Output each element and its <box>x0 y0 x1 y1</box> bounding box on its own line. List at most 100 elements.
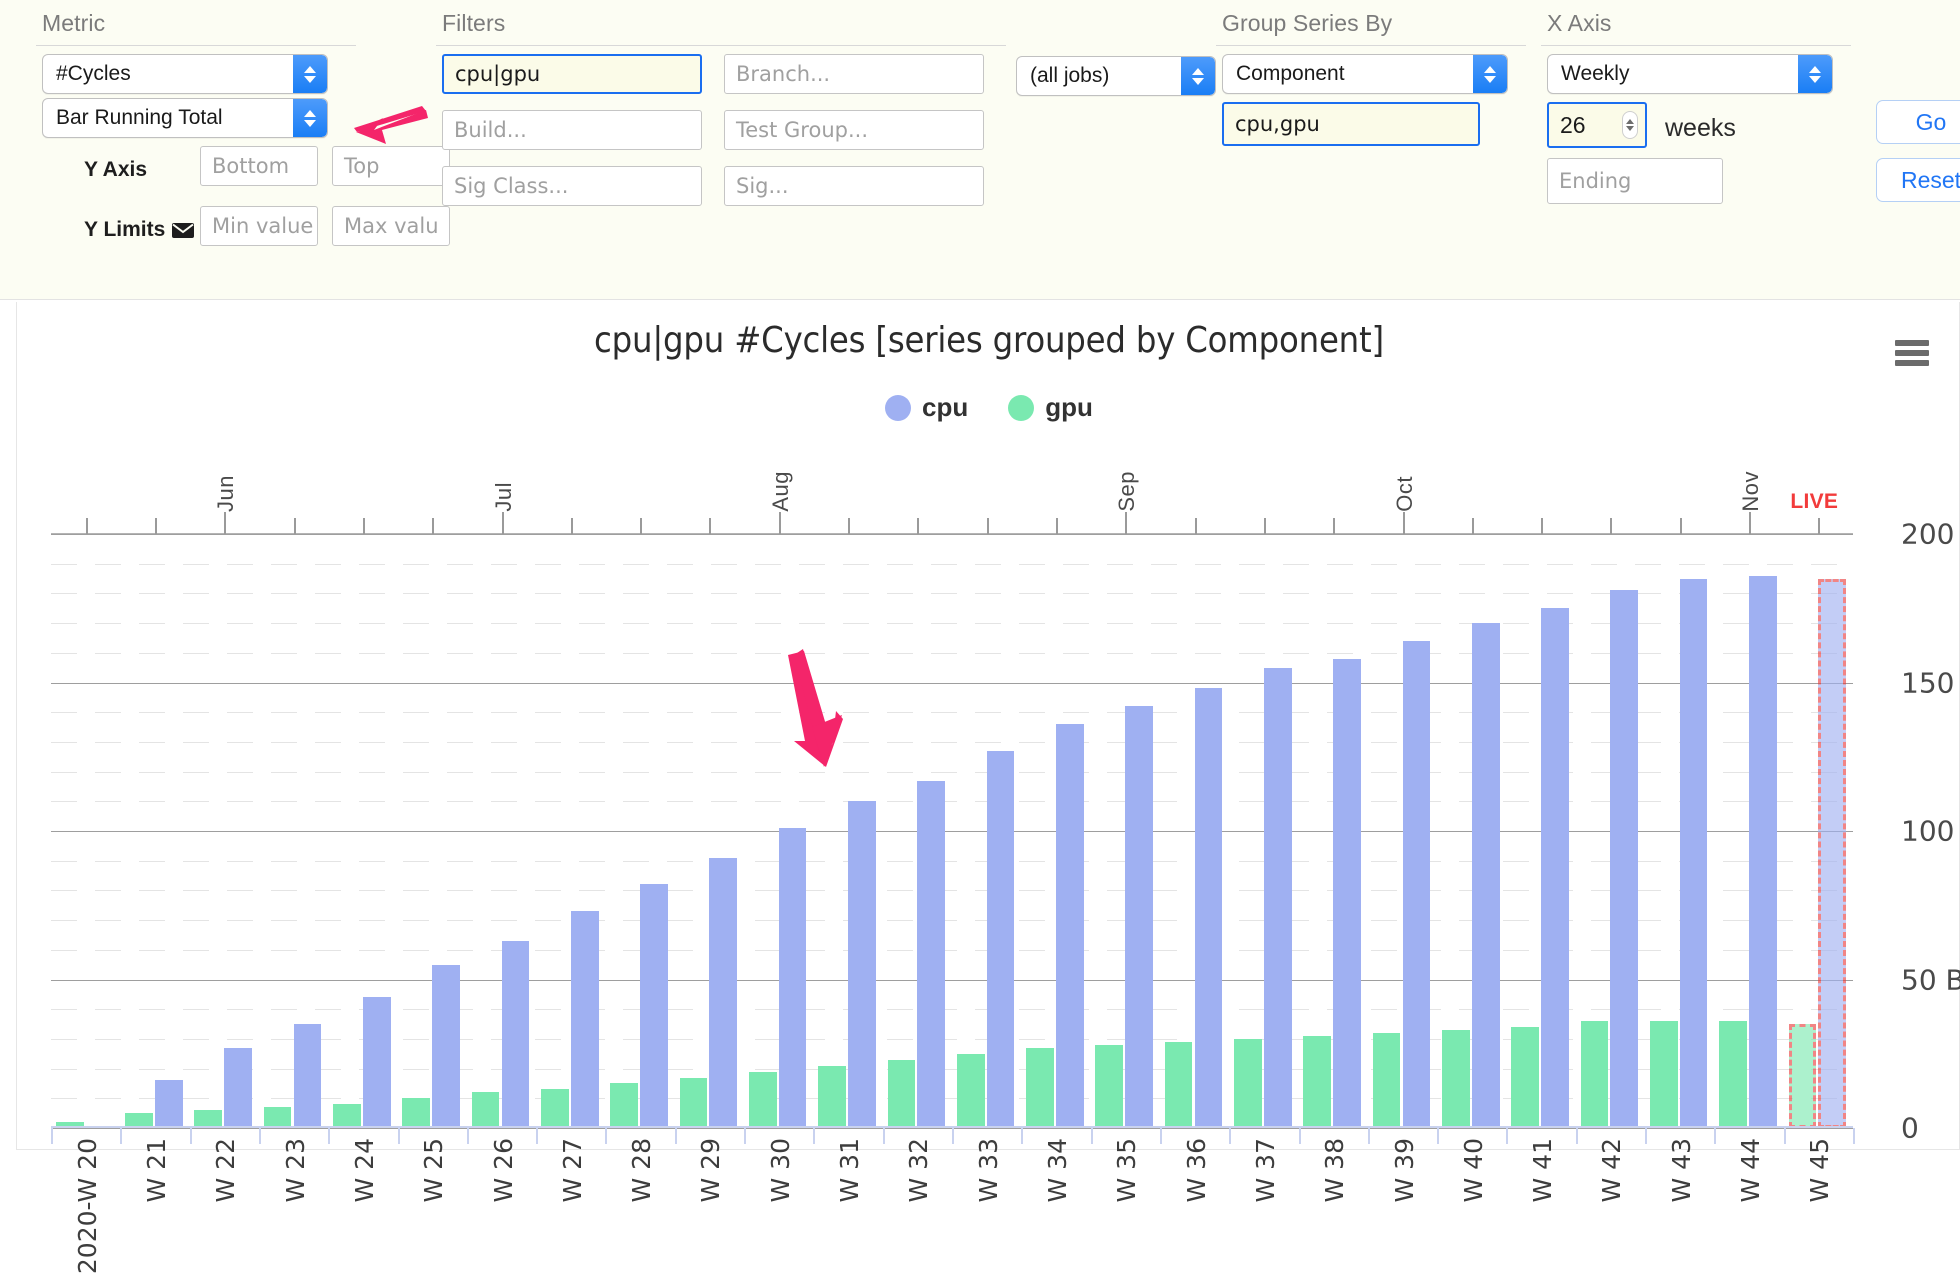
legend-item-cpu[interactable]: cpu <box>885 392 968 423</box>
bar-cpu[interactable] <box>917 780 946 1128</box>
bar-cpu[interactable] <box>224 1047 252 1128</box>
month-label-jul: Jul <box>490 482 516 512</box>
bar-gpu[interactable] <box>887 1059 916 1128</box>
branch-filter-input[interactable]: Branch... <box>724 54 984 94</box>
bar-cpu[interactable] <box>1194 688 1223 1128</box>
group-series-panel-title: Group Series By <box>1222 10 1393 36</box>
x-axis-week-label: W 39 <box>1389 1138 1419 1203</box>
bar-cpu[interactable] <box>1679 578 1708 1128</box>
hamburger-menu-icon[interactable] <box>1895 340 1929 366</box>
build-filter-input[interactable]: Build... <box>442 110 702 150</box>
bar-gpu[interactable] <box>402 1098 431 1128</box>
go-button[interactable]: Go <box>1876 100 1960 144</box>
bar-cpu[interactable] <box>848 801 876 1128</box>
x-axis-week-label: W 31 <box>835 1138 865 1203</box>
bar-cpu[interactable] <box>1055 724 1084 1128</box>
bar-gpu[interactable] <box>956 1053 985 1128</box>
y-limits-max-input[interactable]: Max valu <box>332 206 450 246</box>
bar-cpu[interactable] <box>1402 640 1431 1128</box>
y-axis-top-placeholder: Top <box>344 154 380 178</box>
envelope-icon[interactable] <box>171 221 195 239</box>
bar-gpu[interactable] <box>1649 1021 1678 1128</box>
bar-cpu[interactable] <box>154 1080 183 1128</box>
x-axis-week-label: W 25 <box>419 1138 449 1203</box>
chart-type-select[interactable]: Bar Running Total <box>42 98 328 138</box>
test-group-filter-placeholder: Test Group... <box>736 118 868 142</box>
y-limits-min-input[interactable]: Min value <box>200 206 318 246</box>
test-group-filter-input[interactable]: Test Group... <box>724 110 984 150</box>
bar-cpu[interactable] <box>1471 623 1500 1128</box>
bar-gpu[interactable] <box>1234 1038 1262 1128</box>
bar-gpu[interactable] <box>679 1077 708 1128</box>
bar-cpu[interactable] <box>1333 658 1361 1128</box>
bar-cpu[interactable] <box>570 911 599 1128</box>
y-axis-bottom-input[interactable]: Bottom <box>200 146 318 186</box>
bar-cpu[interactable] <box>1263 667 1292 1128</box>
top-axis-tick <box>1679 518 1682 534</box>
sig-class-filter-input[interactable]: Sig Class... <box>442 166 702 206</box>
test-filter-input[interactable]: cpu|gpu <box>442 54 702 94</box>
bar-gpu[interactable] <box>263 1107 292 1128</box>
x-axis-week-label: W 27 <box>557 1138 587 1203</box>
group-values-input[interactable]: cpu,gpu <box>1222 102 1480 146</box>
bar-cpu[interactable] <box>1610 590 1639 1128</box>
jobs-select[interactable]: (all jobs) <box>1016 56 1216 96</box>
bar-gpu[interactable] <box>1719 1021 1747 1128</box>
bar-cpu[interactable] <box>640 884 668 1128</box>
metric-select-stepper-icon[interactable] <box>293 55 327 93</box>
top-axis-tick <box>154 518 157 534</box>
bar-gpu[interactable] <box>1442 1030 1470 1128</box>
x-axis-week-label: W 40 <box>1458 1138 1488 1203</box>
x-interval-select-stepper-icon[interactable] <box>1798 55 1832 93</box>
x-axis-tick <box>51 1128 53 1144</box>
bar-cpu[interactable] <box>1541 608 1569 1128</box>
weeks-count-stepper-icon[interactable] <box>1622 111 1638 139</box>
x-axis-tick <box>1021 1128 1024 1144</box>
bar-gpu[interactable] <box>541 1089 569 1128</box>
group-series-panel: Group Series By Component cpu,gpu <box>1216 10 1526 146</box>
bar-gpu[interactable] <box>818 1065 846 1128</box>
sig-filter-input[interactable]: Sig... <box>724 166 984 206</box>
bar-cpu[interactable] <box>1125 706 1153 1128</box>
bar-gpu[interactable] <box>1788 1024 1817 1128</box>
jobs-select-stepper-icon[interactable] <box>1181 57 1215 95</box>
group-by-select-stepper-icon[interactable] <box>1473 55 1507 93</box>
ending-date-input[interactable]: Ending <box>1547 158 1723 204</box>
bar-gpu[interactable] <box>1303 1035 1332 1128</box>
y-limits-label-group: Y Limits <box>84 218 195 242</box>
test-filter-value: cpu|gpu <box>455 62 541 86</box>
weeks-count-input[interactable]: 26 <box>1547 102 1647 148</box>
bar-gpu[interactable] <box>1095 1044 1124 1128</box>
chart-type-select-stepper-icon[interactable] <box>293 99 327 137</box>
reset-button[interactable]: Reset <box>1876 158 1960 202</box>
y-axis-top-input[interactable]: Top <box>332 146 450 186</box>
bar-gpu[interactable] <box>1511 1027 1540 1128</box>
legend-item-gpu[interactable]: gpu <box>1008 392 1093 423</box>
bar-gpu[interactable] <box>1026 1047 1054 1128</box>
bar-cpu[interactable] <box>1749 575 1777 1128</box>
bar-gpu[interactable] <box>1372 1032 1401 1128</box>
bar-cpu[interactable] <box>778 828 807 1128</box>
x-axis-tick <box>466 1128 469 1144</box>
bar-cpu[interactable] <box>1818 578 1847 1128</box>
go-button-label: Go <box>1915 108 1947 135</box>
bar-cpu[interactable] <box>986 750 1015 1128</box>
bar-gpu[interactable] <box>333 1104 361 1128</box>
x-interval-select[interactable]: Weekly <box>1547 54 1833 94</box>
metric-select[interactable]: #Cycles <box>42 54 328 94</box>
bar-gpu[interactable] <box>471 1092 500 1128</box>
plot-area: Jun Jul Aug Sep Oct Nov LIVE 0 50 B 100 B 150 B 20… <box>51 471 1960 1274</box>
ending-date-placeholder: Ending <box>1559 169 1632 193</box>
bar-cpu[interactable] <box>293 1024 322 1128</box>
metric-panel: Metric #Cycles Bar Running Total Y Axis … <box>36 10 450 246</box>
bar-gpu[interactable] <box>1164 1041 1193 1128</box>
x-axis-tick <box>1506 1128 1509 1144</box>
bar-cpu[interactable] <box>709 857 738 1128</box>
bar-gpu[interactable] <box>610 1083 639 1128</box>
bar-cpu[interactable] <box>432 964 460 1128</box>
bar-cpu[interactable] <box>501 940 530 1128</box>
bar-cpu[interactable] <box>362 997 391 1128</box>
bar-gpu[interactable] <box>1580 1021 1609 1128</box>
group-by-select[interactable]: Component <box>1222 54 1508 94</box>
bar-gpu[interactable] <box>748 1071 777 1128</box>
